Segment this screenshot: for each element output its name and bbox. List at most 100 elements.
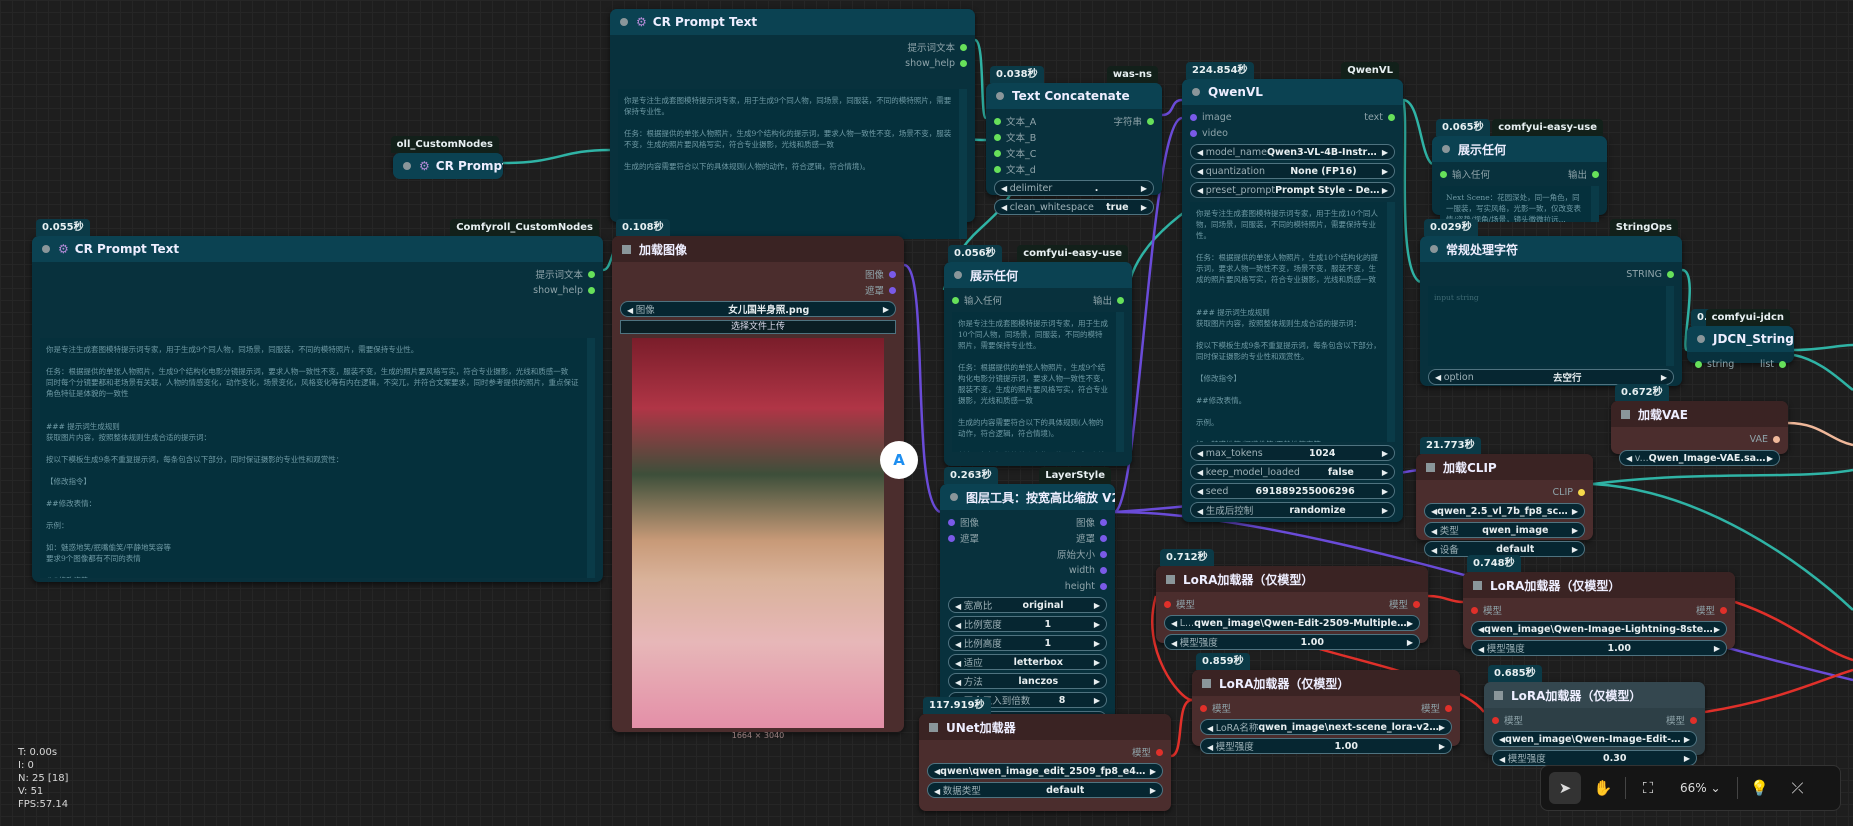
node-lora3[interactable]: 0.859秒 LoRA加载器（仅模型） 模型 模型 ◀ LoRA名称 qwen_image… [1192,653,1460,754]
output-slot[interactable]: 模型 [1696,602,1727,618]
widget-value[interactable]: ◀ qwen\qwen_image_edit_2509_fp8_e4m3fn.s… [927,763,1163,779]
collapse-toggle-icon[interactable] [1426,462,1435,472]
arrow-left-icon[interactable]: ◀ [1435,373,1444,382]
widget-方法[interactable]: ◀ 方法 lanczos ▶ [948,673,1107,689]
arrow-right-icon[interactable]: ▶ [1714,644,1720,653]
link-wire[interactable] [1704,668,1853,714]
arrow-right-icon[interactable]: ▶ [1382,449,1388,458]
collapse-toggle-icon[interactable] [929,722,938,732]
collapse-toggle-icon[interactable] [1202,678,1211,688]
output-slot[interactable]: text [1364,109,1395,125]
arrow-right-icon[interactable]: ▶ [1382,186,1388,195]
arrow-right-icon[interactable]: ▶ [1439,742,1445,751]
node-title-bar[interactable]: Text Concatenate [986,83,1162,109]
collapse-toggle-icon[interactable] [1192,88,1200,96]
output-pin-icon[interactable] [1667,270,1674,278]
output-pin-icon[interactable] [889,286,896,294]
widget-模型强度[interactable]: ◀ 模型强度 1.00 ▶ [1164,634,1420,650]
arrow-right-icon[interactable]: ▶ [1382,468,1388,477]
node-load_image[interactable]: 0.108秒 加载图像 图像 遮罩 ◀ 图像 女儿国半身照.png ▶ 选择文件上传 1664… [612,219,904,740]
node-strproc[interactable]: 0.029秒 StringOps 常规处理字符 STRING input string ◀… [1420,219,1682,386]
output-pin-icon[interactable] [588,270,595,278]
node-title-bar[interactable]: 常规处理字符 [1420,236,1682,262]
collapse-toggle-icon[interactable] [620,18,628,26]
arrow-left-icon[interactable]: ◀ [1431,527,1440,536]
input-pin-icon[interactable] [952,296,959,304]
output-slot[interactable]: 提示词文本 [905,39,967,55]
input-slot[interactable]: 文本_B [994,129,1036,145]
link-wire[interactable] [1401,99,1421,284]
input-slot[interactable]: 遮罩 [948,530,979,546]
output-slot[interactable]: 模型 [1132,744,1163,760]
arrow-left-icon[interactable]: ◀ [1626,454,1635,463]
widget-value[interactable]: ◀ qwen_image\Qwen-Image-Edit-F2P.safeten… [1492,731,1697,747]
arrow-right-icon[interactable]: ▶ [1141,203,1147,212]
node-title-bar[interactable]: JDCN_String... [1687,326,1794,352]
arrow-right-icon[interactable]: ▶ [1094,658,1100,667]
node-show_mid[interactable]: 0.056秒 comfyui-easy-use 展示任何 输入任何 输出 你是专注生成套图… [944,245,1132,466]
text-input[interactable]: input string [1428,286,1674,366]
output-slot[interactable]: list [1760,356,1786,372]
arrow-right-icon[interactable]: ▶ [1382,487,1388,496]
output-slot[interactable]: show_help [533,282,595,298]
widget-option[interactable]: ◀ option 去空行 ▶ [1428,369,1674,385]
input-pin-icon[interactable] [1200,704,1207,712]
arrow-left-icon[interactable]: ◀ [1197,186,1206,195]
prompt-textarea[interactable]: 你是专注生成套图模特提示词专家，用于生成10个同人物，同场景，同服装，不同的模特… [1190,202,1395,442]
output-pin-icon[interactable] [1100,582,1107,590]
collapse-toggle-icon[interactable] [403,162,411,170]
node-title-bar[interactable]: LoRA加载器（仅模型） [1192,670,1460,696]
input-pin-icon[interactable] [1492,716,1499,724]
output-pin-icon[interactable] [1690,716,1697,724]
output-pin-icon[interactable] [889,270,896,278]
widget-生成后控制[interactable]: ◀ 生成后控制 randomize ▶ [1190,502,1395,518]
input-slot[interactable]: image [1190,109,1232,125]
arrow-left-icon[interactable]: ◀ [1207,724,1216,733]
output-pin-icon[interactable] [1156,748,1163,756]
widget-宽高比[interactable]: ◀ 宽高比 original ▶ [948,597,1107,613]
widget-model_name[interactable]: ◀ model_name Qwen3-VL-4B-Instruct ▶ [1190,144,1395,160]
output-slot[interactable]: show_help [905,55,967,71]
node-layer[interactable]: 0.263秒 LayerStyle 图层工具：按宽高比缩放 V2 图像 遮罩 图像 遮罩 原始… [940,467,1115,765]
arrow-right-icon[interactable]: ▶ [1141,184,1147,193]
prompt-textarea[interactable]: Next Scene：花园深处，同一角色，同一服装，写实风格，光影一致，仅改变表… [1440,186,1599,222]
input-slot[interactable]: video [1190,125,1232,141]
widget-比例高度[interactable]: ◀ 比例高度 1 ▶ [948,635,1107,651]
node-title-bar[interactable]: ⚙ CR Prompt Text [393,153,503,179]
prompt-textarea[interactable]: 你是专注生成套图模特提示词专家，用于生成9个同人物，同场景，同服装，不同的模特照… [40,338,595,578]
arrow-left-icon[interactable]: ◀ [1478,645,1487,654]
output-pin-icon[interactable] [1779,360,1786,368]
hand-icon[interactable]: ✋ [1587,772,1619,804]
input-slot[interactable]: 模型 [1471,602,1502,618]
node-title-bar[interactable]: QwenVL [1182,79,1403,105]
hide-links-icon[interactable]: ⤫ [1782,772,1814,804]
widget-clean_whitespace[interactable]: ◀ clean_whitespace true ▶ [994,199,1154,215]
arrow-left-icon[interactable]: ◀ [1197,167,1206,176]
output-slot[interactable]: VAE [1750,431,1780,447]
widget-数据类型[interactable]: ◀ 数据类型 default ▶ [927,782,1163,798]
pointer-icon[interactable]: ➤ [1549,772,1581,804]
output-pin-icon[interactable] [1100,550,1107,558]
arrow-left-icon[interactable]: ◀ [955,678,964,687]
arrow-left-icon[interactable]: ◀ [955,602,964,611]
collapse-toggle-icon[interactable] [950,493,958,501]
upload-file-button[interactable]: 选择文件上传 [620,320,896,334]
input-slot[interactable]: 文本_C [994,145,1036,161]
node-title-bar[interactable]: LoRA加载器（仅模型） [1463,572,1735,598]
arrow-right-icon[interactable]: ▶ [1382,506,1388,515]
node-cr_small[interactable]: 0.034秒oll_CustomNodes⚙CR Prompt Text [390,136,503,179]
input-pin-icon[interactable] [994,117,1001,125]
node-title-bar[interactable]: UNet加载器 [919,714,1171,740]
output-slot[interactable]: height [1057,578,1107,594]
output-slot[interactable]: 字符串 [1113,113,1154,129]
arrow-left-icon[interactable]: ◀ [1197,449,1206,458]
output-pin-icon[interactable] [1773,435,1780,443]
arrow-left-icon[interactable]: ◀ [1499,755,1508,764]
input-pin-icon[interactable] [1190,113,1197,121]
input-slot[interactable]: 文本_A [994,113,1036,129]
widget-LoRA名称[interactable]: ◀ LoRA名称qwen_image\next-scene_lora-v2-30… [1200,719,1452,735]
arrow-left-icon[interactable]: ◀ [1431,546,1440,555]
widget-quantization[interactable]: ◀ quantization None (FP16) ▶ [1190,163,1395,179]
input-slot[interactable]: 模型 [1200,700,1231,716]
arrow-left-icon[interactable]: ◀ [955,640,964,649]
